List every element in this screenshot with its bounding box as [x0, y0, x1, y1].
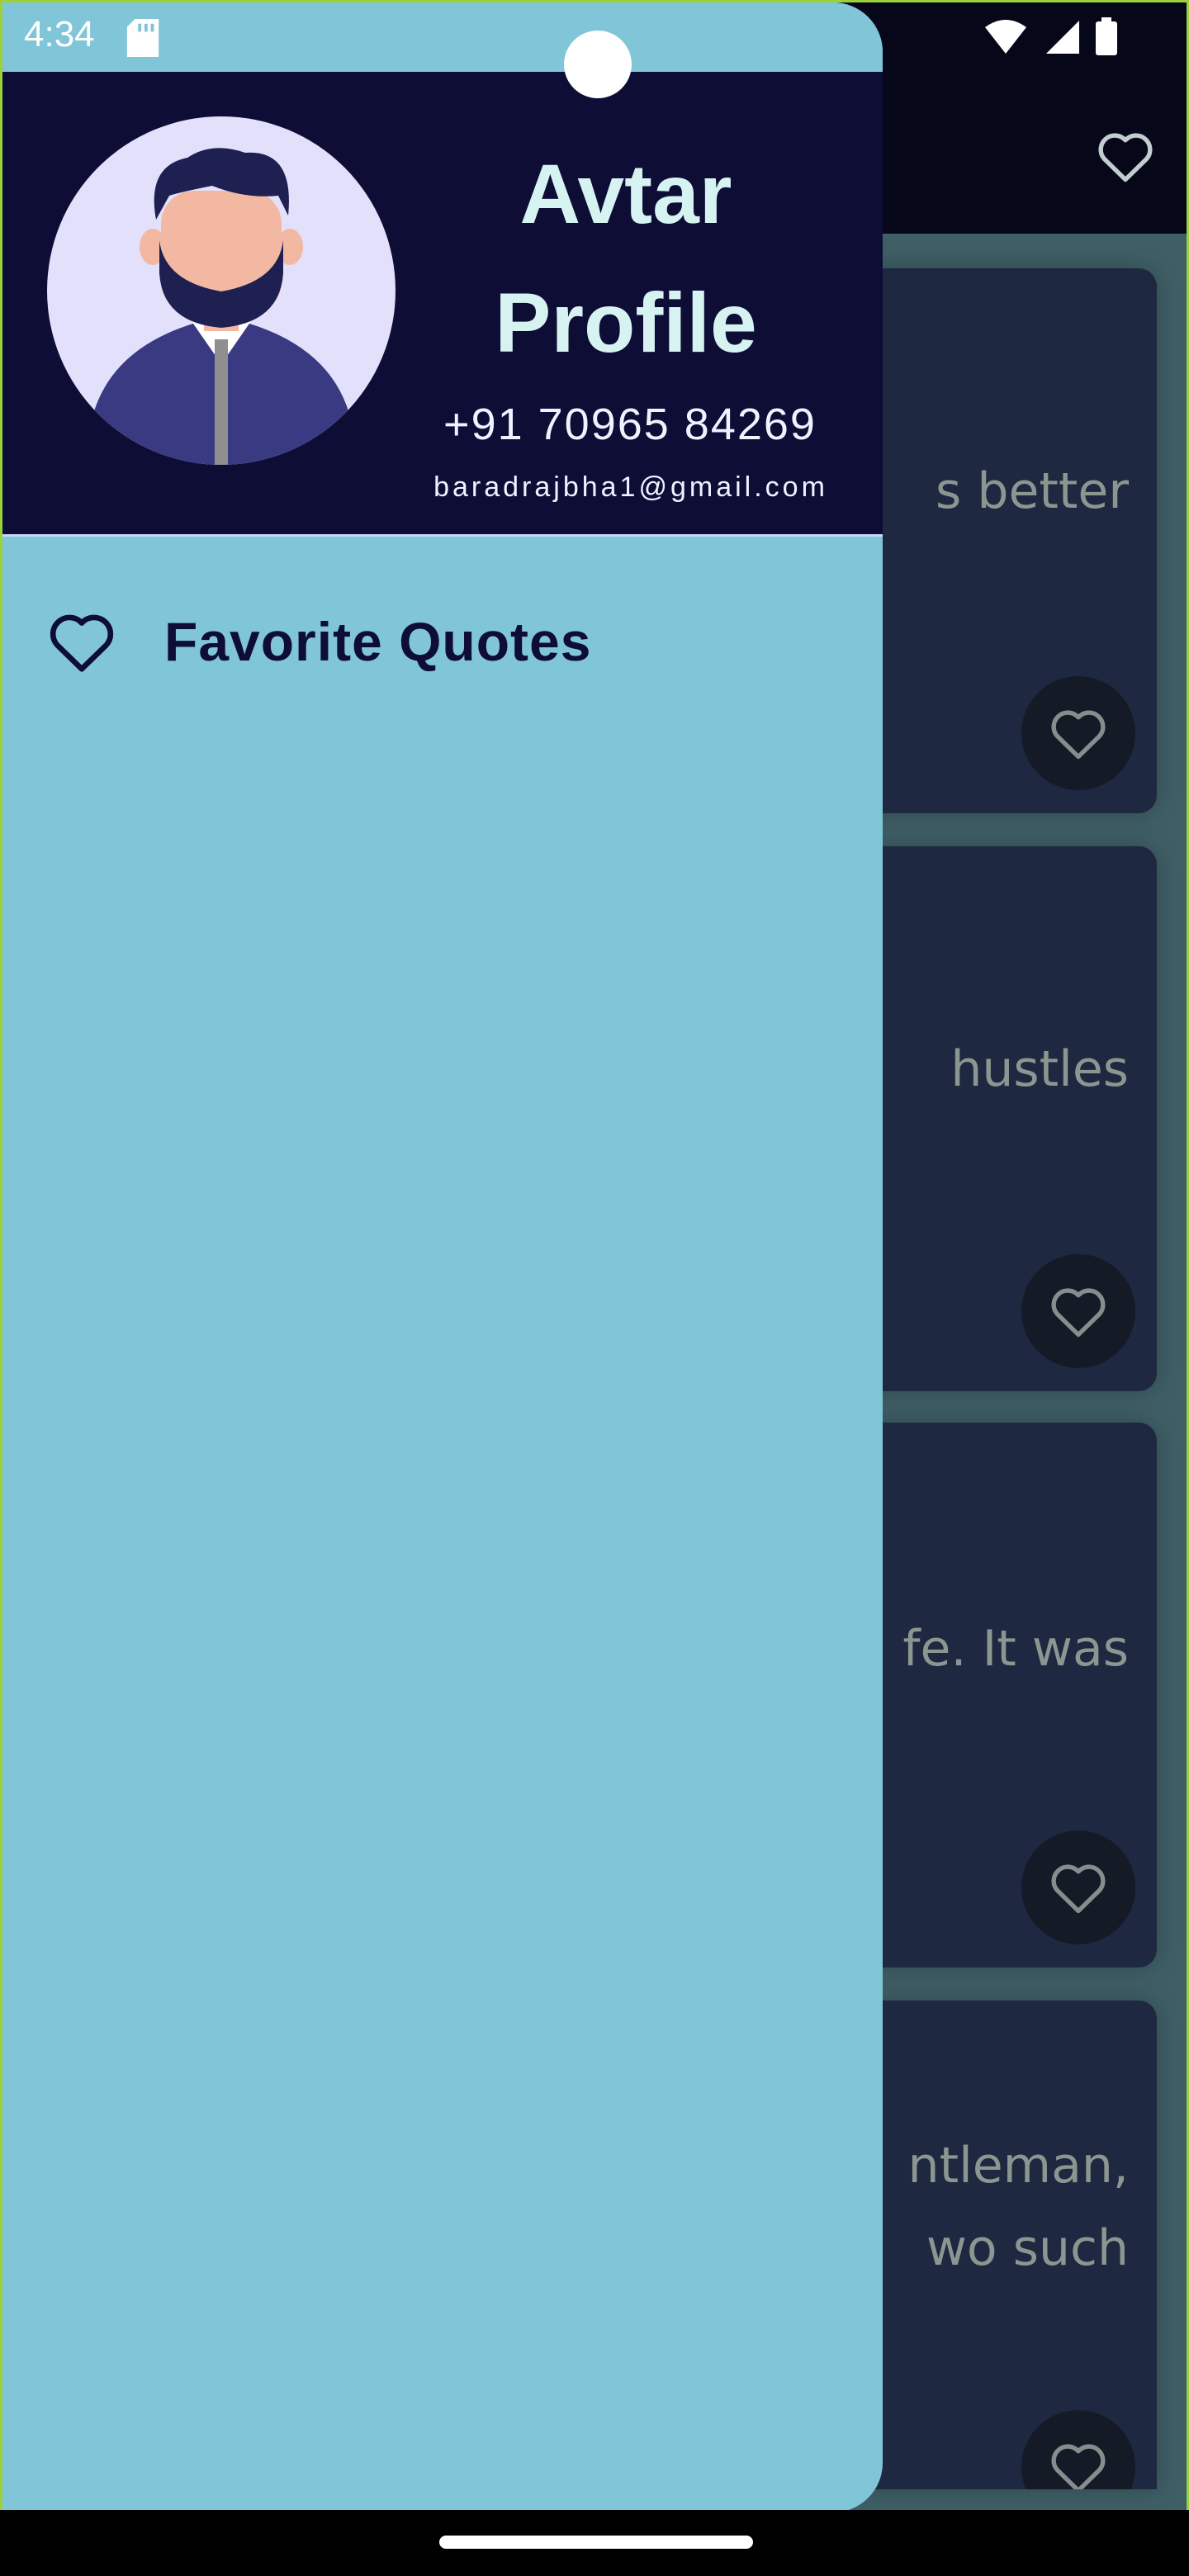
quote-text: ntleman, wo such [907, 2137, 1129, 2277]
navigation-drawer[interactable]: 4:34 Avtar Profile +91 70965 84269 barad… [2, 2, 883, 2510]
quote-card[interactable]: s better [860, 268, 1157, 813]
wifi-icon [985, 20, 1026, 54]
battery-icon [1096, 17, 1117, 55]
home-indicator[interactable] [439, 2536, 753, 2549]
drawer-header: Avtar Profile +91 70965 84269 baradrajbh… [2, 72, 883, 537]
drawer-item-favorite-quotes[interactable]: Favorite Quotes [2, 567, 883, 716]
favorites-button[interactable] [1091, 121, 1160, 191]
quote-text: s better [936, 462, 1129, 520]
profile-name: Avtar Profile [495, 147, 757, 370]
drawer-status-area: 4:34 [2, 2, 883, 72]
quote-text: fe. It was [902, 1620, 1129, 1678]
heart-outline-icon [1098, 133, 1153, 182]
favorite-toggle-button[interactable] [1021, 1830, 1135, 1944]
heart-outline-icon [50, 614, 114, 672]
quote-card[interactable]: fe. It was [860, 1423, 1157, 1968]
app-screen: s better hustles fe. It was ntleman, wo … [0, 0, 1189, 2510]
sd-card-icon [126, 19, 159, 57]
avatar[interactable] [47, 116, 396, 465]
favorite-toggle-button[interactable] [1021, 676, 1135, 790]
quote-card[interactable]: hustles [860, 846, 1157, 1391]
signal-icon [1046, 21, 1079, 54]
quote-text: hustles [950, 1040, 1129, 1098]
heart-outline-icon [1051, 710, 1106, 760]
camera-cutout [564, 31, 632, 98]
profile-phone: +91 70965 84269 [443, 400, 817, 449]
profile-email: baradrajbha1@gmail.com [433, 471, 828, 503]
heart-outline-icon [1051, 1864, 1106, 1914]
heart-outline-icon [1051, 1288, 1106, 1338]
status-time: 4:34 [24, 14, 95, 54]
favorite-toggle-button[interactable] [1021, 2410, 1135, 2489]
system-nav-bar [0, 2510, 1189, 2576]
quote-card[interactable]: ntleman, wo such [860, 2001, 1157, 2489]
avatar-illustration [93, 148, 349, 465]
heart-outline-icon [1051, 2444, 1106, 2489]
favorite-toggle-button[interactable] [1021, 1254, 1135, 1368]
drawer-item-label: Favorite Quotes [164, 611, 592, 672]
status-icons [983, 17, 1117, 55]
